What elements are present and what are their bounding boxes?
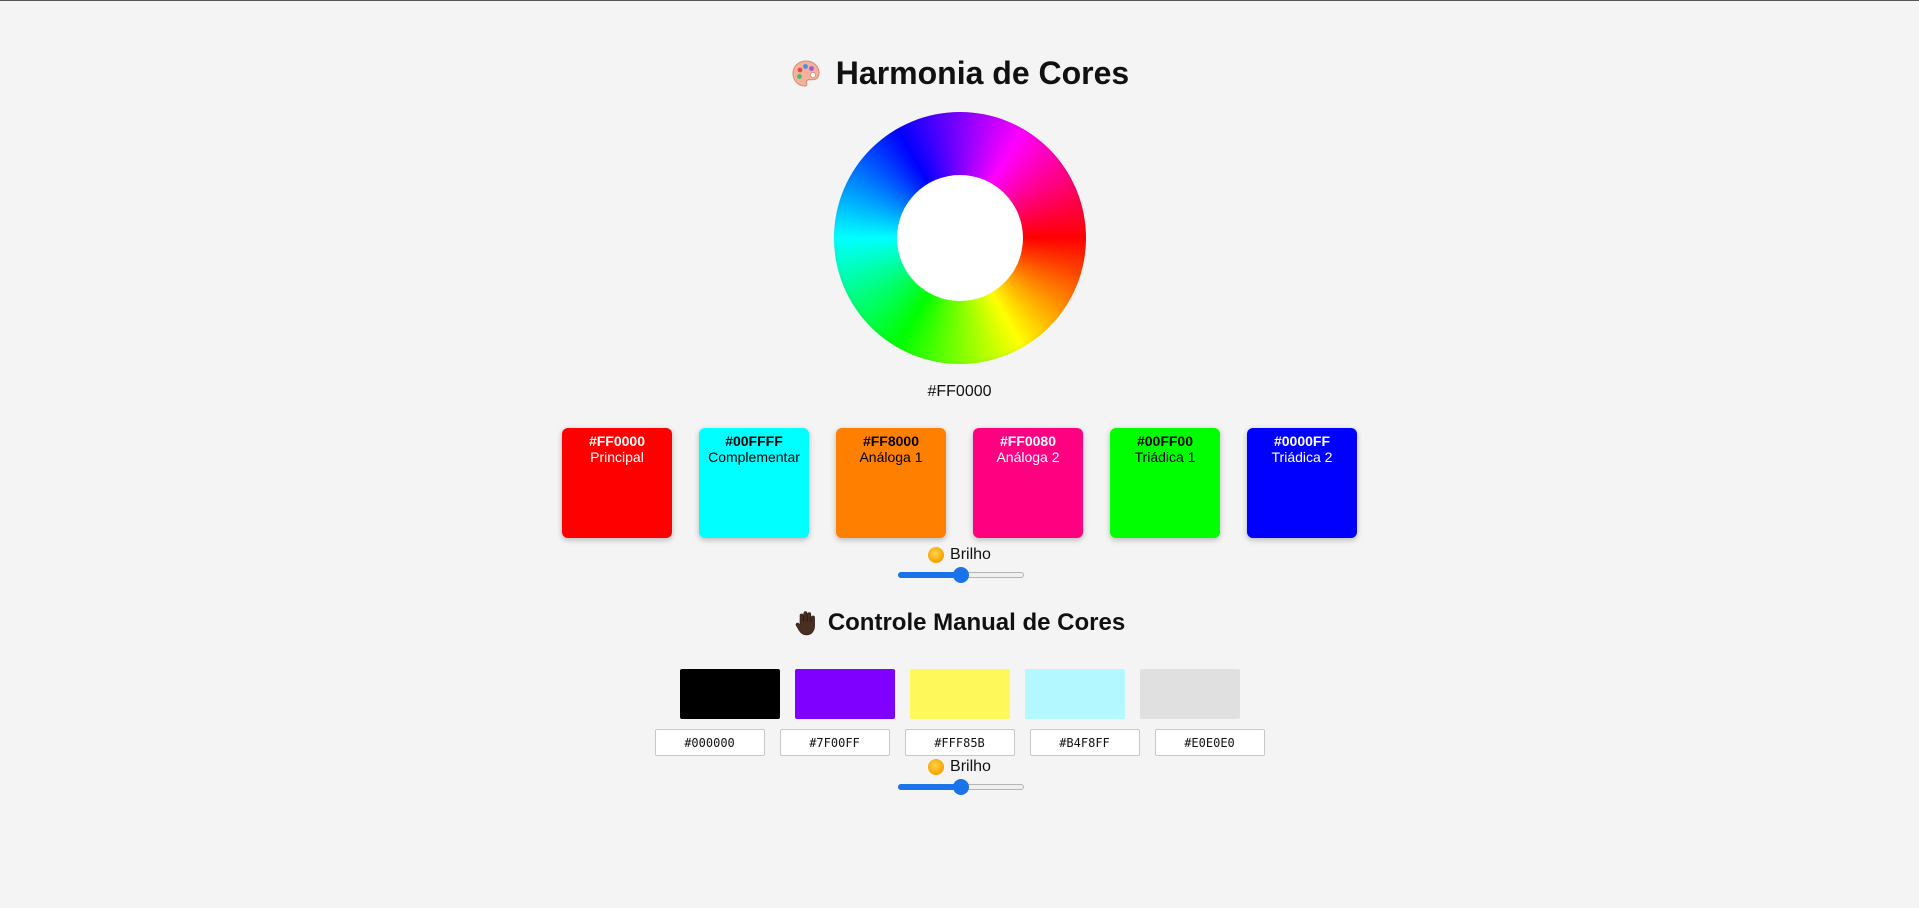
manual-brightness-label: Brilho xyxy=(950,758,991,775)
slider-fill xyxy=(898,784,961,790)
swatch-label: Análoga 1 xyxy=(859,449,923,465)
palette-icon xyxy=(792,59,820,87)
swatch-principal[interactable]: #FF0000 Principal xyxy=(562,428,672,538)
manual-swatch-3[interactable] xyxy=(909,669,1010,719)
slider-thumb[interactable] xyxy=(953,779,969,795)
slider-thumb[interactable] xyxy=(953,567,969,583)
swatch-hex: #FF0000 xyxy=(588,433,646,449)
hex-input-1[interactable] xyxy=(654,729,765,756)
harmony-swatches: #FF0000 Principal #00FFFF Complementar #… xyxy=(0,428,1919,538)
slider-fill xyxy=(898,572,961,578)
swatch-label: Análoga 2 xyxy=(996,449,1060,465)
sun-icon xyxy=(928,547,945,563)
page-title: Harmonia de Cores xyxy=(835,55,1130,91)
manual-brightness-slider[interactable] xyxy=(898,779,1024,795)
selected-color-hex: #FF0000 xyxy=(927,383,992,400)
hex-input-5[interactable] xyxy=(1154,729,1265,756)
color-wheel[interactable] xyxy=(834,112,1086,364)
swatch-triadica-1[interactable]: #00FF00 Triádica 1 xyxy=(1110,428,1220,538)
manual-swatch-1[interactable] xyxy=(679,669,780,719)
swatch-triadica-2[interactable]: #0000FF Triádica 2 xyxy=(1247,428,1357,538)
swatch-hex: #00FF00 xyxy=(1136,433,1194,449)
hex-input-2[interactable] xyxy=(779,729,890,756)
swatch-label: Triádica 1 xyxy=(1134,449,1196,465)
manual-hex-inputs xyxy=(0,729,1919,756)
swatch-analoga-1[interactable]: #FF8000 Análoga 1 xyxy=(836,428,946,538)
raised-hand-icon xyxy=(795,611,815,636)
page-header: Harmonia de Cores xyxy=(0,55,1919,92)
manual-swatch-row xyxy=(0,669,1919,719)
hex-input-4[interactable] xyxy=(1029,729,1140,756)
manual-swatch-5[interactable] xyxy=(1139,669,1240,719)
swatch-analoga-2[interactable]: #FF0080 Análoga 2 xyxy=(973,428,1083,538)
sun-icon xyxy=(928,759,945,775)
manual-section-title: Controle Manual de Cores xyxy=(827,609,1126,636)
swatch-label: Triádica 2 xyxy=(1271,449,1333,465)
manual-swatch-4[interactable] xyxy=(1024,669,1125,719)
swatch-label: Complementar xyxy=(708,449,800,465)
hex-input-3[interactable] xyxy=(904,729,1015,756)
swatch-hex: #FF8000 xyxy=(862,433,920,449)
swatch-hex: #FF0080 xyxy=(999,433,1057,449)
manual-brightness-label-row: Brilho xyxy=(0,758,1919,776)
brightness-label-row: Brilho xyxy=(0,546,1919,564)
manual-swatch-2[interactable] xyxy=(794,669,895,719)
swatch-hex: #0000FF xyxy=(1273,433,1331,449)
brightness-slider[interactable] xyxy=(898,567,1024,583)
swatch-hex: #00FFFF xyxy=(725,433,783,449)
manual-section-header: Controle Manual de Cores xyxy=(0,609,1919,637)
swatch-complementar[interactable]: #00FFFF Complementar xyxy=(699,428,809,538)
color-wheel-center xyxy=(897,175,1023,301)
brightness-label: Brilho xyxy=(950,546,991,563)
swatch-label: Principal xyxy=(590,449,644,465)
